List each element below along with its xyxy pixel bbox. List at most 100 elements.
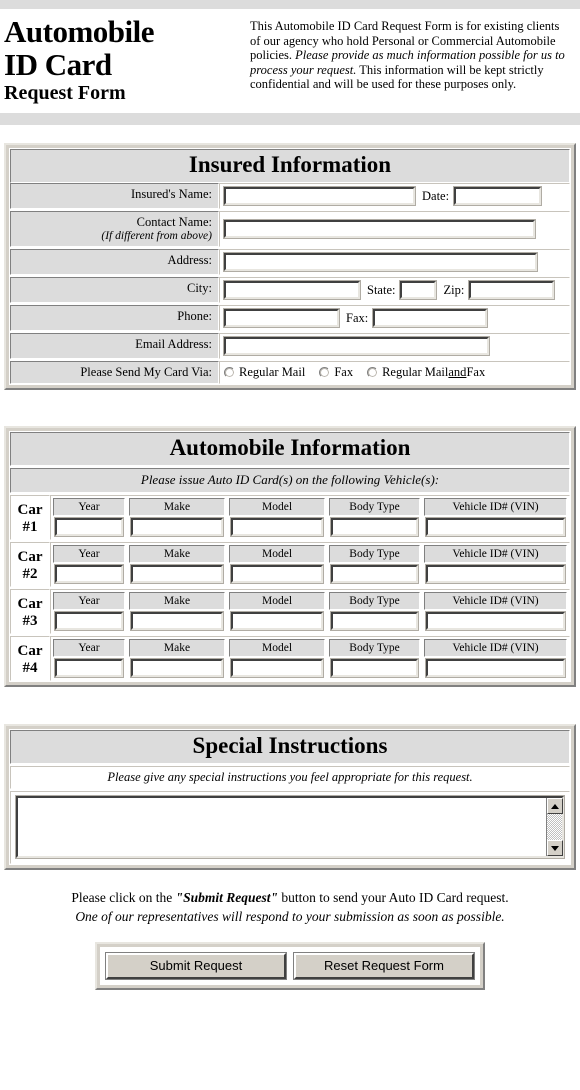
car-3-fields: Year Make Model Body Type Vehicle ID# (V… [50, 589, 570, 634]
car-1-vin-col: Vehicle ID# (VIN) [422, 496, 569, 539]
footer-line-1-post: button to send your Auto ID Card request… [278, 890, 509, 905]
car-3-model-col: Model [227, 590, 327, 633]
spacer-between-auto-and-special [0, 687, 580, 724]
send-via-option-regular-mail-and-fax[interactable]: Regular Mail and Fax [367, 365, 485, 380]
car-4-body-type-input[interactable] [330, 658, 419, 678]
radio-icon[interactable] [319, 367, 331, 378]
car-3-body-type-input[interactable] [330, 611, 419, 631]
car-2-make-col: Make [127, 543, 227, 586]
car-1-year-input[interactable] [54, 517, 124, 537]
car-4-model-input-cell [227, 657, 327, 680]
reset-request-form-button[interactable]: Reset Request Form [293, 952, 475, 980]
car-1-vin-input[interactable] [425, 517, 566, 537]
car-2-year-input[interactable] [54, 564, 124, 584]
car-2-year-col: Year [51, 543, 127, 586]
contact-name-input[interactable] [223, 219, 536, 239]
car-1-vin-input-cell [422, 516, 569, 539]
radio-icon[interactable] [367, 367, 379, 378]
special-instructions-section: Special Instructions Please give any spe… [4, 724, 576, 870]
email-input[interactable] [223, 336, 490, 356]
email-field-cell [219, 333, 570, 359]
fax-input[interactable] [372, 308, 489, 328]
email-label: Email Address: [10, 333, 219, 359]
automobile-information-inner: Automobile Information Please issue Auto… [9, 431, 571, 682]
address-label: Address: [10, 249, 219, 275]
car-3-body-type-header: Body Type [329, 592, 420, 610]
car-2-body-type-header: Body Type [329, 545, 420, 563]
car-1-body-type-input[interactable] [330, 517, 419, 537]
phone-input[interactable] [223, 308, 340, 328]
car-3-vin-header: Vehicle ID# (VIN) [424, 592, 567, 610]
car-3-year-input-cell [51, 610, 127, 633]
zip-label: Zip: [443, 282, 465, 297]
car-2-fields: Year Make Model Body Type Vehicle ID# (V… [50, 542, 570, 587]
footer-line-1-pre: Please click on the [71, 890, 176, 905]
car-1-make-input[interactable] [130, 517, 224, 537]
button-bar-inner: Submit Request Reset Request Form [100, 947, 480, 985]
automobile-section-title: Automobile Information [10, 432, 570, 466]
car-4-vin-input-cell [422, 657, 569, 680]
car-2-model-input[interactable] [230, 564, 324, 584]
insured-name-input[interactable] [223, 186, 416, 206]
car-3-year-input[interactable] [54, 611, 124, 631]
automobile-instruction: Please issue Auto ID Card(s) on the foll… [10, 468, 570, 493]
send-via-option-fax[interactable]: Fax [319, 365, 353, 380]
car-4-model-input[interactable] [230, 658, 324, 678]
car-2-tag: Car #2 [10, 542, 50, 587]
state-input[interactable] [399, 280, 438, 300]
car-1-model-input[interactable] [230, 517, 324, 537]
send-via-label: Please Send My Card Via: [10, 361, 219, 384]
car-4-make-header: Make [129, 639, 225, 657]
special-instruction-note: Please give any special instructions you… [10, 766, 570, 789]
submit-request-button[interactable]: Submit Request [105, 952, 287, 980]
send-via-field-cell: Regular Mail Fax Regular Mail and Fax [219, 361, 570, 384]
car-1-fields: Year Make Model Body Type Vehicle ID# (V… [50, 495, 570, 540]
special-textarea-cell [10, 791, 570, 864]
radio-icon[interactable] [224, 367, 235, 378]
button-bar: Submit Request Reset Request Form [95, 942, 485, 990]
contact-name-field-cell [219, 211, 570, 247]
header-description: This Automobile ID Card Request Form is … [250, 15, 572, 92]
car-2-year-input-cell [51, 563, 127, 586]
send-via-option-regular-mail[interactable]: Regular Mail [224, 365, 305, 380]
contact-name-row: Contact Name: (If different from above) [10, 211, 570, 247]
car-3-model-header: Model [229, 592, 325, 610]
automobile-information-section: Automobile Information Please issue Auto… [4, 426, 576, 687]
car-2-make-header: Make [129, 545, 225, 563]
address-input[interactable] [223, 252, 538, 272]
insured-information-section: Insured Information Insured's Name: Date… [4, 143, 576, 390]
car-3-make-input[interactable] [130, 611, 224, 631]
footer-line-1: Please click on the "Submit Request" but… [10, 888, 570, 907]
special-textarea-box[interactable] [15, 795, 565, 859]
phone-fax-field-cell: Fax: [219, 305, 570, 331]
zip-input[interactable] [468, 280, 556, 300]
car-4-tag-line-2: #4 [22, 659, 38, 676]
spacer-after-header [0, 125, 580, 143]
scroll-down-button[interactable] [547, 840, 563, 856]
send-via-option-regular-mail-label: Regular Mail [239, 365, 306, 379]
car-2-model-input-cell [227, 563, 327, 586]
city-label: City: [10, 277, 219, 303]
car-4-year-input[interactable] [54, 658, 124, 678]
textarea-scrollbar[interactable] [546, 798, 563, 856]
date-input[interactable] [453, 186, 543, 206]
car-2-vin-header: Vehicle ID# (VIN) [424, 545, 567, 563]
car-3-tag-line-1: Car [17, 595, 43, 612]
car-1-make-col: Make [127, 496, 227, 539]
car-3-model-input[interactable] [230, 611, 324, 631]
scroll-up-button[interactable] [547, 798, 563, 814]
email-row: Email Address: [10, 333, 570, 359]
car-2-body-type-col: Body Type [327, 543, 422, 586]
car-4-year-col: Year [51, 637, 127, 680]
car-3-vin-input[interactable] [425, 611, 566, 631]
car-1-make-input-cell [127, 516, 227, 539]
car-2-tag-line-2: #2 [22, 565, 38, 582]
car-2-make-input[interactable] [130, 564, 224, 584]
car-4-vin-input[interactable] [425, 658, 566, 678]
car-1-year-input-cell [51, 516, 127, 539]
car-2-body-type-input[interactable] [330, 564, 419, 584]
car-2-vin-input[interactable] [425, 564, 566, 584]
special-instructions-textarea[interactable] [18, 798, 546, 856]
car-4-make-input[interactable] [130, 658, 224, 678]
city-input[interactable] [223, 280, 361, 300]
